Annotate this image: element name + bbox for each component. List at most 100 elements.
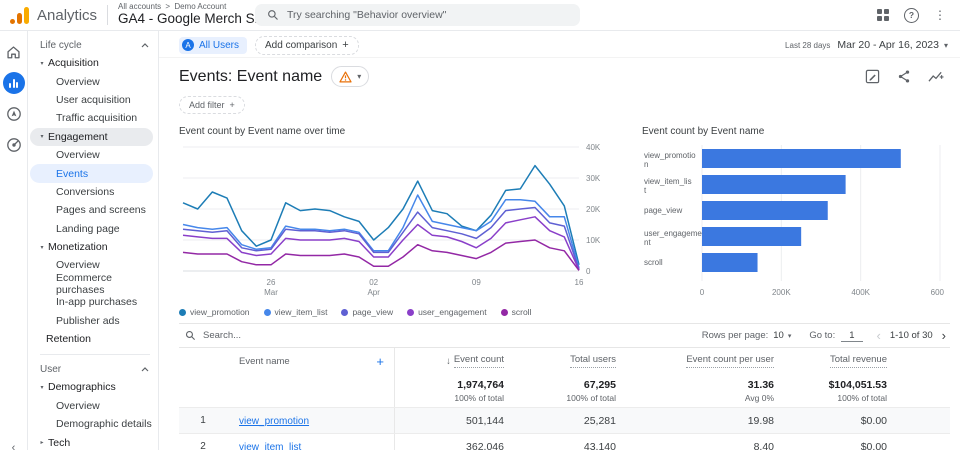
arrow-down-icon: ▾ [40,244,44,251]
add-comparison-button[interactable]: Add comparison + [255,35,359,55]
column-header-event-count[interactable]: ↓ Event count [394,348,504,374]
sidebar-item-landing-page[interactable]: Landing page [30,220,153,238]
go-to-page-input[interactable]: 1 [841,330,863,342]
sidebar-item-monetization[interactable]: ▾ Monetization [30,238,153,256]
sidebar-item-tech[interactable]: ▸ Tech [30,433,153,450]
sidebar-item-pages-and-screens[interactable]: Pages and screens [30,201,153,219]
plus-icon: + [229,100,235,110]
topbar-divider [107,5,109,25]
bar-chart-card: Event count by Event name 0 200K 400K 600K v… [642,124,950,317]
data-quality-menu[interactable]: ▾ [331,66,370,87]
add-filter-button[interactable]: Add filter + [179,96,245,114]
legend-item-view-item-list[interactable]: view_item_list [263,307,327,317]
caret-down-icon[interactable]: ▾ [788,332,792,340]
sidebar-item-engagement[interactable]: ▾ Engagement [30,127,153,146]
collapse-nav-icon[interactable]: ‹ [12,442,16,454]
insights-icon[interactable] [928,69,944,84]
nav-rail: ‹ [0,31,28,454]
search-input[interactable]: Try searching "Behavior overview" [255,4,580,26]
sidebar-item-demographic-details[interactable]: Demographic details [30,415,153,433]
apps-grid-icon[interactable] [877,9,889,21]
all-users-segment-chip[interactable]: A All Users [179,36,248,54]
svg-text:16: 16 [575,278,584,287]
nav-section-life-cycle[interactable]: Life cycle [28,36,158,54]
sidebar-item-ecommerce-purchases[interactable]: Ecommerce purchases [30,272,153,296]
legend-dot-icon [500,308,508,316]
explore-icon[interactable] [3,103,25,125]
metric-value: 362,046 [394,434,504,450]
sort-descending-icon: ↓ [446,355,451,367]
legend-item-scroll[interactable]: scroll [500,307,531,317]
svg-text:26: 26 [267,278,276,287]
row-index: 1 [200,415,206,426]
legend-item-user-engagement[interactable]: user_engagement [407,307,487,317]
metric-value: 8.40 [753,440,774,451]
more-vertical-icon[interactable]: ⋮ [934,8,946,22]
metric-value: 19.98 [747,414,774,427]
nav-section-user[interactable]: User [28,360,158,378]
rows-per-page-label: Rows per page: [701,330,769,341]
svg-text:page_view: page_view [644,206,682,215]
sidebar-item-retention[interactable]: Retention [30,330,153,348]
help-icon[interactable]: ? [904,7,919,23]
chevron-up-icon [141,42,149,47]
sidebar-item-in-app-purchases[interactable]: In-app purchases [30,293,153,311]
metric-value: 25,281 [583,414,616,427]
sidebar-item-demographics[interactable]: ▾ Demographics [30,378,153,396]
table-row-view-item-list: 2 view_item_list 362,046 43,140 8.40 $0.00 [179,433,950,450]
sidebar-item-publisher-ads[interactable]: Publisher ads [30,311,153,329]
legend-item-page-view[interactable]: page_view [341,307,393,317]
sidebar-item-acquisition[interactable]: ▾ Acquisition [30,54,153,72]
sidebar-item-overview[interactable]: Overview [30,397,153,415]
arrow-down-icon: ▾ [40,60,44,67]
metric-value: 501,144 [394,408,504,433]
add-dimension-icon[interactable]: + [376,354,384,369]
next-page-icon[interactable]: › [942,328,946,343]
event-name-link[interactable]: view_promotion [239,416,309,427]
share-icon[interactable] [897,69,911,84]
column-header-event-name[interactable]: Event name + [227,348,394,374]
column-header-event-count-per-user[interactable]: Event count per user [616,348,774,374]
table-search-icon[interactable] [185,330,196,341]
main-content: A All Users Add comparison + Last 28 day… [159,31,960,450]
breadcrumb-separator-icon: > [165,2,171,12]
sidebar-item-overview[interactable]: Overview [30,72,153,90]
svg-text:40K: 40K [586,143,601,152]
svg-text:Apr: Apr [367,288,380,297]
table-search-input[interactable]: Search... [203,330,241,341]
sidebar-divider [40,354,150,356]
events-table: Search... Rows per page: 10 ▾ Go to: 1 ‹… [179,323,950,450]
sidebar-item-user-acquisition[interactable]: User acquisition [30,91,153,109]
sidebar-item-traffic-acquisition[interactable]: Traffic acquisition [30,109,153,127]
column-header-total-users[interactable]: Total users [504,348,616,374]
sidebar-item-conversions[interactable]: Conversions [30,183,153,201]
previous-page-icon[interactable]: ‹ [877,328,881,343]
line-chart-title: Event count by Event name over time [179,126,346,137]
home-icon[interactable] [3,41,25,63]
search-icon [268,10,278,20]
svg-text:400K: 400K [851,288,870,297]
event-name-cell: view_item_list [227,441,394,451]
event-name-link[interactable]: view_item_list [239,442,301,451]
analytics-logo-icon[interactable] [10,6,29,24]
caret-down-icon: ▾ [943,40,948,50]
date-range-picker[interactable]: Last 28 days Mar 20 - Apr 16, 2023 ▾ [785,39,948,51]
legend-item-view-promotion[interactable]: view_promotion [179,307,250,317]
column-header-total-revenue[interactable]: Total revenue [774,348,949,374]
sidebar-item-overview[interactable]: Overview [30,146,153,164]
product-name: Analytics [37,6,98,24]
customize-report-icon[interactable] [865,69,880,84]
arrow-down-icon: ▾ [40,134,44,141]
rows-per-page-select[interactable]: 10 [773,330,784,341]
line-chart-card: Event count by Event name over time 0 10K… [179,124,634,317]
legend-dot-icon [341,308,349,316]
sidebar-item-events[interactable]: Events [30,164,153,183]
legend-dot-icon [179,308,186,316]
table-row-view-promotion: 1 view_promotion 501,144 25,281 19.98 $0.00 [179,407,950,433]
svg-text:10K: 10K [586,236,601,245]
advertising-icon[interactable] [3,134,25,156]
plus-icon: + [342,39,349,51]
reports-icon[interactable] [2,72,25,94]
event-name-cell: view_promotion [227,415,394,427]
bar-chart: 0 200K 400K 600K view_promotion view_item_lis… [644,145,944,297]
